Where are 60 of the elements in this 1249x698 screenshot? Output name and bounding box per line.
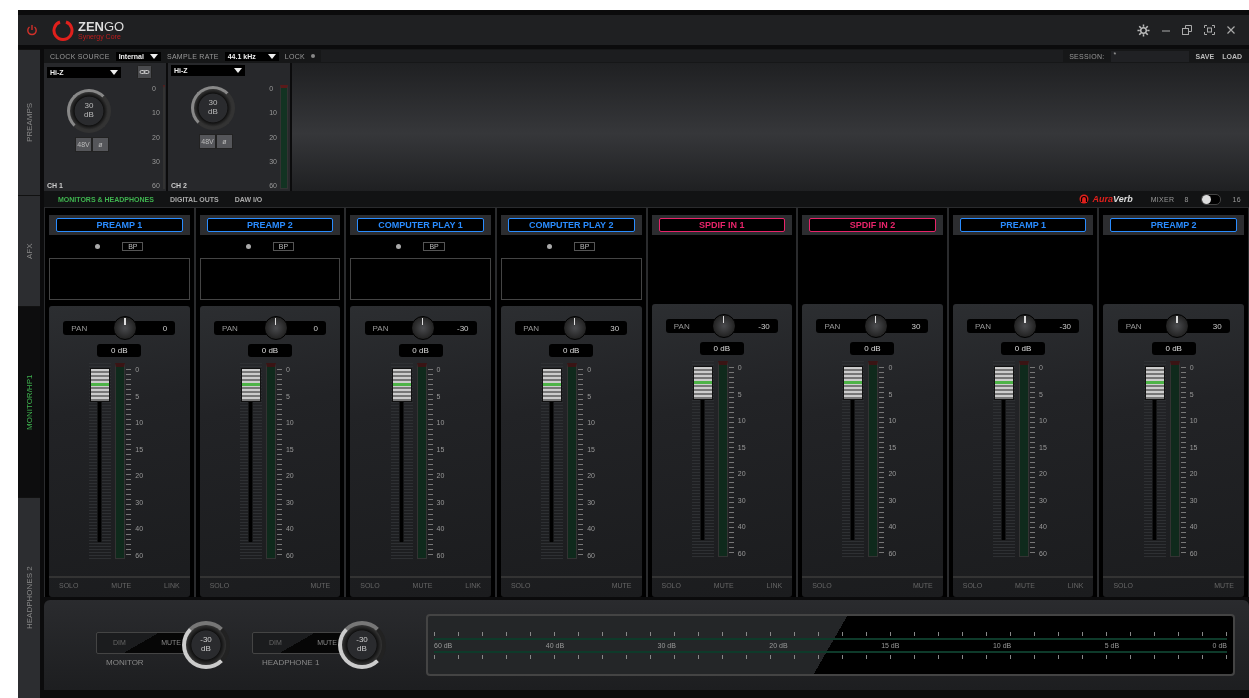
fader-handle[interactable] xyxy=(391,367,412,402)
caret-icon xyxy=(110,69,118,75)
volume-readout: 0 dB xyxy=(398,344,443,357)
logo-ring-icon xyxy=(52,19,74,41)
pan-control[interactable]: PAN 0 xyxy=(213,316,326,340)
mixer-size-toggle[interactable] xyxy=(1200,193,1221,205)
fader-handle[interactable] xyxy=(692,365,713,400)
fader-handle[interactable] xyxy=(542,367,563,402)
pan-control[interactable]: PAN 30 xyxy=(1117,314,1230,338)
logo-text: ZENGO xyxy=(78,20,125,33)
volume-readout: 0 dB xyxy=(1151,342,1196,355)
caret-icon xyxy=(267,53,276,59)
brand-logo-text: AuraVerb xyxy=(1092,194,1133,204)
channel-name-field[interactable]: SPDIF IN 1 xyxy=(658,218,786,232)
channel-name-field[interactable]: PREAMP 1 xyxy=(56,218,183,232)
volume-readout: 0 dB xyxy=(549,344,594,357)
channel-name-field[interactable]: SPDIF IN 2 xyxy=(809,218,936,232)
status-dot xyxy=(95,244,101,249)
volume-readout: 0 dB xyxy=(1001,342,1046,355)
link-button[interactable] xyxy=(137,65,152,79)
fader-handle[interactable] xyxy=(843,365,864,400)
side-tab[interactable]: AFX xyxy=(18,195,40,306)
close-icon[interactable] xyxy=(1227,26,1235,34)
fader-handle[interactable] xyxy=(994,365,1015,400)
pan-control[interactable]: PAN -30 xyxy=(665,314,778,338)
gain-knob[interactable]: 30 dB xyxy=(67,89,111,133)
output-name: HEADPHONE 1 xyxy=(261,657,321,667)
channel-name-field[interactable]: COMPUTER PLAY 1 xyxy=(357,218,484,232)
channel-name-field[interactable]: COMPUTER PLAY 2 xyxy=(507,218,635,232)
status-dot xyxy=(245,244,251,249)
side-tab[interactable]: PREAMPS xyxy=(18,49,40,195)
output-level-knob[interactable]: -30 dB xyxy=(338,621,386,669)
restore-icon[interactable] xyxy=(1182,25,1192,35)
gain-knob[interactable]: 30 dB xyxy=(191,86,235,130)
caret-icon xyxy=(149,53,158,59)
pan-control[interactable]: PAN -30 xyxy=(364,316,477,340)
channel-name-field[interactable]: PREAMP 2 xyxy=(1110,218,1237,232)
pan-control[interactable]: PAN 0 xyxy=(63,316,176,340)
volume-readout: 0 dB xyxy=(247,344,292,357)
volume-readout: 0 dB xyxy=(699,342,744,355)
fader-handle[interactable] xyxy=(240,367,261,402)
power-icon[interactable] xyxy=(26,24,38,36)
output-level-knob[interactable]: -30 dB xyxy=(182,621,230,669)
fader-handle[interactable] xyxy=(1144,365,1165,400)
settings-icon[interactable] xyxy=(1137,23,1150,37)
channel-name-field[interactable]: PREAMP 1 xyxy=(959,218,1087,232)
status-dot xyxy=(396,244,402,249)
pan-control[interactable]: PAN -30 xyxy=(967,314,1080,338)
fader-handle[interactable] xyxy=(90,367,111,402)
pan-control[interactable]: PAN 30 xyxy=(515,316,628,340)
fullscreen-icon[interactable] xyxy=(1204,25,1215,35)
side-tab[interactable]: HEADPHONES 2 xyxy=(18,497,40,698)
output-name: MONITOR xyxy=(105,657,145,667)
caret-icon xyxy=(234,68,242,73)
status-dot xyxy=(547,244,552,249)
pan-control[interactable]: PAN 30 xyxy=(816,314,929,338)
volume-readout: 0 dB xyxy=(97,344,142,357)
volume-readout: 0 dB xyxy=(850,342,895,355)
channel-name-field[interactable]: PREAMP 2 xyxy=(206,218,334,232)
brand-icon xyxy=(1078,194,1089,204)
